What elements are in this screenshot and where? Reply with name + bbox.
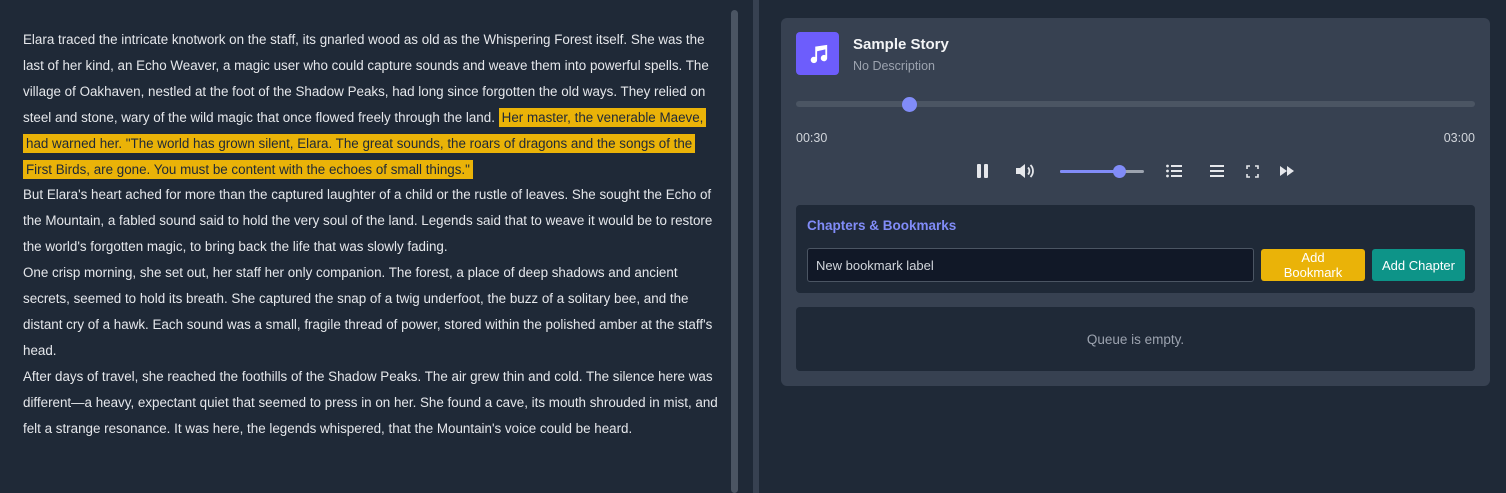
story-text-panel: Elara traced the intricate knotwork on t… — [0, 0, 730, 493]
story-scrollbar[interactable] — [731, 10, 738, 493]
fast-forward-icon — [1280, 166, 1294, 176]
chapter-list-button[interactable] — [1163, 161, 1185, 181]
queue-panel: Queue is empty. — [796, 307, 1475, 371]
pause-button[interactable] — [972, 161, 994, 181]
pause-icon — [977, 164, 988, 178]
audio-player-card: Sample Story No Description 00:30 03:00 … — [781, 18, 1490, 386]
volume-slider[interactable] — [1060, 165, 1144, 178]
total-time: 03:00 — [1443, 131, 1475, 145]
story-paragraph: Elara traced the intricate knotwork on t… — [23, 27, 719, 182]
bookmark-label-input[interactable] — [807, 248, 1254, 282]
list-icon — [1166, 164, 1182, 178]
volume-thumb[interactable] — [1113, 165, 1127, 178]
add-bookmark-button[interactable]: Add Bookmark — [1261, 249, 1365, 281]
story-paragraph: After days of travel, she reached the fo… — [23, 368, 718, 436]
panel-resize-divider[interactable] — [753, 0, 759, 493]
volume-button[interactable] — [1015, 161, 1037, 181]
current-time: 00:30 — [796, 131, 828, 145]
track-title: Sample Story — [853, 36, 949, 53]
fast-forward-button[interactable] — [1276, 161, 1298, 181]
music-note-icon — [796, 32, 839, 75]
story-paragraph: But Elara's heart ached for more than th… — [23, 187, 713, 255]
chapters-heading: Chapters & Bookmarks — [807, 218, 957, 233]
story-paragraph: One crisp morning, she set out, her staf… — [23, 265, 713, 358]
add-chapter-button[interactable]: Add Chapter — [1372, 249, 1465, 281]
fullscreen-icon — [1245, 164, 1259, 178]
queue-menu-button[interactable] — [1206, 161, 1228, 181]
progress-thumb[interactable] — [901, 97, 917, 112]
menu-icon — [1210, 165, 1224, 177]
volume-fill — [1060, 170, 1120, 173]
queue-empty-message: Queue is empty. — [1086, 331, 1185, 347]
progress-slider[interactable] — [796, 97, 1475, 112]
volume-icon — [1016, 164, 1034, 178]
fullscreen-button[interactable] — [1241, 161, 1263, 181]
track-description: No Description — [853, 59, 935, 73]
chapters-bookmarks-panel: Chapters & Bookmarks Add Bookmark Add Ch… — [796, 205, 1475, 293]
